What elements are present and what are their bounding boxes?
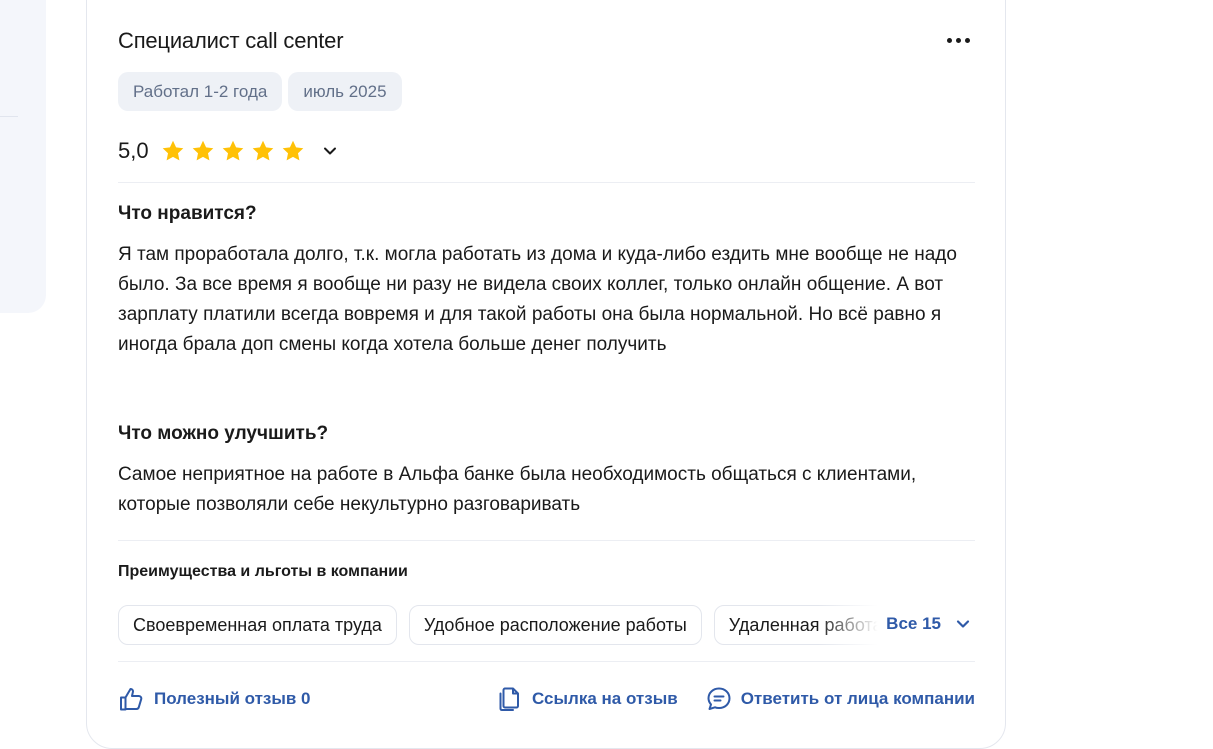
useful-review-button[interactable]: Полезный отзыв 0 bbox=[118, 685, 311, 713]
rating-details-toggle[interactable] bbox=[319, 140, 341, 162]
review-card: Специалист call center Работал 1-2 года … bbox=[86, 0, 1006, 749]
star-icon bbox=[252, 140, 273, 161]
show-all-label: Все 15 bbox=[886, 614, 941, 633]
review-title: Специалист call center bbox=[118, 28, 344, 53]
rating-stars bbox=[161, 139, 305, 163]
sidebar-panel: 95 07 87 02 bbox=[0, 0, 46, 313]
chevron-down-icon bbox=[323, 147, 336, 155]
benefit-chip[interactable]: Удобное расположение работы bbox=[408, 605, 702, 645]
chips-fade-overlay bbox=[818, 605, 888, 647]
page: 95 07 87 02 Специалист call center Работ… bbox=[0, 0, 1213, 749]
benefits-chips: Своевременная оплата труда Удобное распо… bbox=[118, 605, 878, 647]
date-tag: июль 2025 bbox=[288, 72, 402, 111]
likes-text: Я там проработала долго, т.к. могла рабо… bbox=[118, 244, 957, 355]
improve-text: Самое неприятное на работе в Альфа банке… bbox=[118, 464, 917, 515]
experience-tag: Работал 1-2 года bbox=[118, 72, 283, 111]
more-dots-icon bbox=[964, 37, 970, 43]
more-dots-icon bbox=[946, 37, 952, 43]
divider bbox=[118, 182, 975, 183]
divider bbox=[118, 661, 975, 662]
useful-review-label: Полезный отзыв 0 bbox=[154, 689, 311, 708]
company-reply-label: Ответить от лица компании bbox=[740, 689, 975, 708]
divider bbox=[118, 540, 975, 541]
star-icon bbox=[192, 140, 213, 161]
chat-bubble-icon bbox=[707, 687, 731, 710]
rating-row: 5,0 bbox=[118, 138, 341, 164]
star-icon bbox=[282, 140, 303, 161]
likes-heading: Что нравится? bbox=[118, 203, 257, 224]
more-options-button[interactable] bbox=[943, 27, 973, 53]
star-icon bbox=[222, 140, 243, 161]
improve-heading: Что можно улучшить? bbox=[118, 423, 329, 444]
thumbs-up-icon bbox=[120, 688, 143, 711]
review-link-button[interactable]: Ссылка на отзыв bbox=[496, 685, 678, 713]
review-link-label: Ссылка на отзыв bbox=[532, 689, 678, 708]
company-reply-button[interactable]: Ответить от лица компании bbox=[705, 685, 975, 713]
copy-link-icon bbox=[499, 687, 519, 711]
review-tags: Работал 1-2 года июль 2025 bbox=[118, 72, 402, 111]
review-actions: Полезный отзыв 0 Ссылка на отзыв Ответит… bbox=[118, 685, 975, 717]
sidebar-divider bbox=[0, 116, 18, 117]
star-icon bbox=[162, 140, 183, 161]
chevron-down-icon bbox=[956, 620, 970, 628]
benefit-chip[interactable]: Своевременная оплата труда bbox=[118, 605, 397, 645]
show-all-benefits-button[interactable]: Все 15 bbox=[886, 614, 971, 634]
benefits-heading: Преимущества и льготы в компании bbox=[118, 563, 408, 580]
rating-value: 5,0 bbox=[118, 138, 149, 163]
more-dots-icon bbox=[955, 37, 961, 43]
